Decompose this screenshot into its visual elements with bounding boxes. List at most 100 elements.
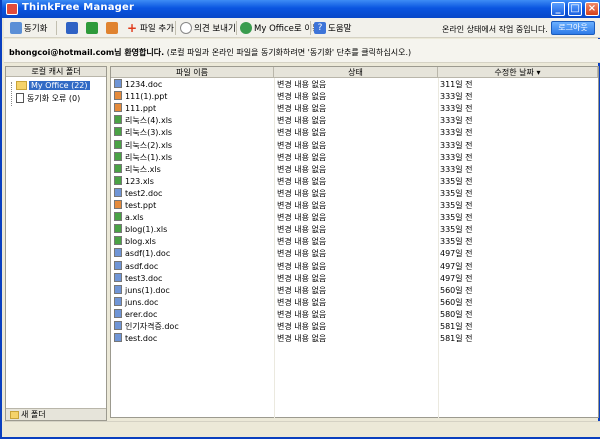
table-row[interactable]: test.ppt 변경 내용 없음 335일 전: [111, 200, 598, 212]
feedback-button[interactable]: 의견 보내기: [180, 21, 236, 35]
table-row[interactable]: juns(1).doc 변경 내용 없음 560일 전: [111, 284, 598, 297]
logout-button[interactable]: 로그아웃: [551, 21, 595, 35]
doc-file-icon: [114, 187, 122, 197]
file-status: 변경 내용 없음: [277, 273, 327, 283]
column-header-status[interactable]: 상태: [274, 67, 438, 78]
file-name-cell: asdf(1).doc: [114, 248, 170, 260]
file-modified-date: 333일 전: [440, 164, 473, 174]
file-status: 변경 내용 없음: [277, 334, 327, 344]
file-status: 변경 내용 없음: [277, 213, 327, 223]
tree-item-sync-errors[interactable]: 동기화 오류 (0): [16, 92, 80, 104]
powerpoint-icon: [106, 22, 118, 34]
file-modified-date: 560일 전: [440, 285, 473, 295]
minimize-button[interactable]: _: [551, 2, 565, 16]
file-name-cell: 123.xls: [114, 175, 154, 188]
xls-file-icon: [114, 212, 122, 222]
table-row[interactable]: 111(1).ppt 변경 내용 없음 333일 전: [111, 91, 598, 103]
table-row[interactable]: erer.doc 변경 내용 없음 580일 전: [111, 308, 598, 321]
help-icon: ?: [314, 22, 326, 34]
table-row[interactable]: 123.xls 변경 내용 없음 335일 전: [111, 175, 598, 188]
xls-file-icon: [114, 163, 122, 173]
toolbar-separator: [175, 21, 176, 35]
xls-file-icon: [114, 224, 122, 234]
ppt-file-icon: [114, 200, 122, 209]
table-row[interactable]: 리눅스(4).xls 변경 내용 없음 333일 전: [111, 115, 598, 127]
file-name: 리눅스.xls: [125, 164, 161, 174]
table-row[interactable]: blog(1).xls 변경 내용 없음 335일 전: [111, 224, 598, 236]
ppt-file-icon: [114, 91, 122, 101]
title-bar[interactable]: ThinkFree Manager _ □ ×: [2, 0, 600, 18]
toolbar-separator: [236, 21, 237, 35]
app-window: ThinkFree Manager _ □ × 동기화 + 파일 추가 의견 보…: [0, 0, 600, 439]
table-row[interactable]: test3.doc 변경 내용 없음 497일 전: [111, 272, 598, 285]
xls-file-icon: [114, 175, 122, 185]
folder-tree-header: 로컬 캐시 폴더: [6, 67, 106, 77]
app-icon: [6, 3, 18, 15]
file-status: 변경 내용 없음: [277, 116, 327, 126]
file-name: blog(1).xls: [125, 225, 168, 235]
column-header-date[interactable]: 수정한 날짜 ▾: [438, 67, 598, 78]
file-modified-date: 560일 전: [440, 297, 473, 307]
myoffice-button[interactable]: My Office로 이동: [240, 21, 320, 35]
window-title: ThinkFree Manager: [22, 2, 135, 13]
table-row[interactable]: blog.xls 변경 내용 없음 335일 전: [111, 236, 598, 248]
close-button[interactable]: ×: [585, 2, 599, 16]
file-status: 변경 내용 없음: [277, 261, 327, 271]
file-name: test2.doc: [125, 188, 163, 198]
table-row[interactable]: 111.ppt 변경 내용 없음 333일 전: [111, 103, 598, 115]
file-status: 변경 내용 없음: [277, 201, 327, 210]
tree-item-my-office[interactable]: My Office (22): [16, 79, 90, 91]
file-status: 변경 내용 없음: [277, 297, 327, 307]
sync-icon: [10, 22, 22, 34]
file-modified-date: 335일 전: [440, 225, 473, 235]
file-name-cell: test.ppt: [114, 200, 156, 212]
tree-item-label: My Office (22): [29, 80, 90, 90]
file-modified-date: 580일 전: [440, 309, 473, 319]
file-name: test.ppt: [125, 201, 157, 210]
table-row[interactable]: asdf(1).doc 변경 내용 없음 497일 전: [111, 248, 598, 260]
file-name: asdf(1).doc: [125, 249, 171, 259]
file-status: 변경 내용 없음: [277, 104, 327, 114]
file-name: asdf.doc: [125, 261, 159, 271]
table-row[interactable]: 리눅스.xls 변경 내용 없음 333일 전: [111, 163, 598, 176]
maximize-button[interactable]: □: [568, 2, 582, 16]
column-header-name[interactable]: 파일 이름: [111, 67, 274, 78]
welcome-user: bhongcoi@hotmail.com님 환영합니다.: [9, 48, 165, 57]
table-row[interactable]: juns.doc 변경 내용 없음 560일 전: [111, 296, 598, 309]
table-row[interactable]: 인기자격증.doc 변경 내용 없음 581일 전: [111, 321, 598, 333]
file-modified-date: 581일 전: [440, 322, 473, 331]
new-folder-button[interactable]: 새 폴더: [6, 408, 106, 420]
table-row[interactable]: 리눅스(2).xls 변경 내용 없음 333일 전: [111, 139, 598, 152]
tree-item-label: 동기화 오류 (0): [27, 93, 81, 103]
table-row[interactable]: test2.doc 변경 내용 없음 335일 전: [111, 187, 598, 200]
doc-file-icon: [114, 79, 122, 88]
file-name: juns.doc: [125, 297, 159, 307]
file-name-cell: juns(1).doc: [114, 284, 170, 297]
file-name: 리눅스(1).xls: [125, 152, 173, 162]
file-list: 파일 이름 상태 수정한 날짜 ▾ 1234.doc 변경 내용 없음 311일 전…: [110, 66, 599, 418]
file-name-cell: 111.ppt: [114, 103, 156, 115]
file-modified-date: 333일 전: [440, 92, 473, 102]
file-name-cell: a.xls: [114, 212, 144, 224]
file-modified-date: 335일 전: [440, 188, 473, 198]
file-name: test.doc: [125, 334, 158, 344]
toolbar-separator: [310, 21, 311, 35]
file-name-cell: 1234.doc: [114, 79, 162, 91]
word-icon: [66, 22, 78, 34]
file-name-cell: juns.doc: [114, 296, 159, 309]
file-modified-date: 335일 전: [440, 176, 473, 186]
table-row[interactable]: 리눅스(3).xls 변경 내용 없음 333일 전: [111, 127, 598, 139]
table-row[interactable]: 리눅스(1).xls 변경 내용 없음 333일 전: [111, 151, 598, 164]
doc-file-icon: [114, 308, 122, 318]
add-file-button[interactable]: + 파일 추가: [126, 21, 174, 35]
table-row[interactable]: asdf.doc 변경 내용 없음 497일 전: [111, 260, 598, 273]
help-button[interactable]: ? 도움말: [314, 21, 351, 35]
word-button[interactable]: [66, 21, 80, 35]
table-row[interactable]: test.doc 변경 내용 없음 581일 전: [111, 333, 598, 345]
file-modified-date: 497일 전: [440, 273, 473, 283]
sync-button[interactable]: 동기화: [10, 21, 47, 35]
excel-button[interactable]: [86, 21, 100, 35]
table-row[interactable]: 1234.doc 변경 내용 없음 311일 전: [111, 79, 598, 91]
powerpoint-button[interactable]: [106, 21, 120, 35]
table-row[interactable]: a.xls 변경 내용 없음 335일 전: [111, 212, 598, 224]
